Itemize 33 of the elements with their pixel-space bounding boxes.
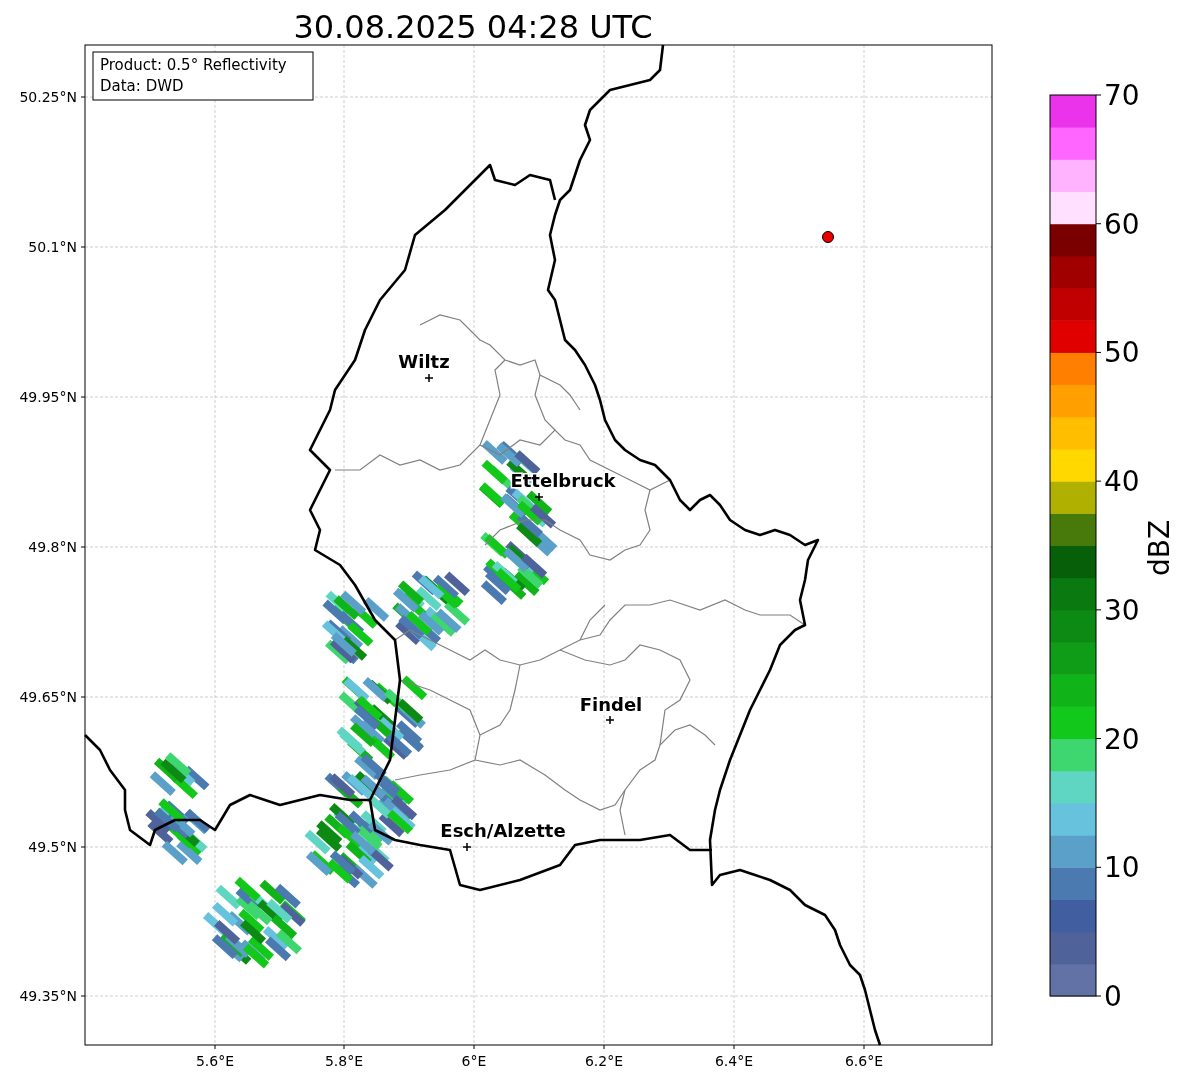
longitude-label: 6.2°E xyxy=(584,1053,624,1069)
colorbar-tick-label: 30 xyxy=(1104,593,1140,627)
longitude-label: 5.8°E xyxy=(324,1053,364,1069)
city-label: Wiltz xyxy=(398,351,450,372)
latitude-label: 49.8°N xyxy=(28,539,77,555)
colorbar-tick-label: 50 xyxy=(1104,336,1140,370)
latitude-label: 50.25°N xyxy=(19,89,77,105)
info-text: Product: 0.5° Reflectivity xyxy=(100,56,287,74)
latitude-label: 49.65°N xyxy=(19,689,77,705)
colorbar-tick-label: 0 xyxy=(1104,980,1122,1013)
colorbar-label: dBZ xyxy=(1143,519,1176,577)
latitude-label: 49.95°N xyxy=(19,389,77,405)
latitude-label: 50.1°N xyxy=(28,239,77,255)
city-marker-icon xyxy=(424,373,434,383)
city-marker-icon xyxy=(605,715,615,725)
colorbar-tick-label: 20 xyxy=(1104,722,1140,756)
city-label: Findel xyxy=(579,694,643,715)
longitude-label: 6.6°E xyxy=(844,1053,884,1069)
colorbar-tick-label: 40 xyxy=(1104,465,1140,499)
colorbar-tick-label: 70 xyxy=(1104,79,1140,112)
info-text: Data: DWD xyxy=(100,77,184,95)
longitude-label: 6°E xyxy=(461,1053,487,1069)
radar-site-icon xyxy=(822,231,834,243)
city-marker-icon xyxy=(462,842,472,852)
colorbar-tick-label: 60 xyxy=(1104,207,1140,241)
city-marker-icon xyxy=(534,492,544,502)
latitude-label: 49.35°N xyxy=(19,988,77,1004)
colorbar-tick-label: 10 xyxy=(1104,851,1140,885)
longitude-label: 5.6°E xyxy=(195,1053,235,1069)
latitude-label: 49.5°N xyxy=(28,839,77,855)
chart-title: 30.08.2025 04:28 UTC xyxy=(293,8,653,46)
city-label: Esch/Alzette xyxy=(440,820,566,841)
longitude-label: 6.4°E xyxy=(714,1053,754,1069)
